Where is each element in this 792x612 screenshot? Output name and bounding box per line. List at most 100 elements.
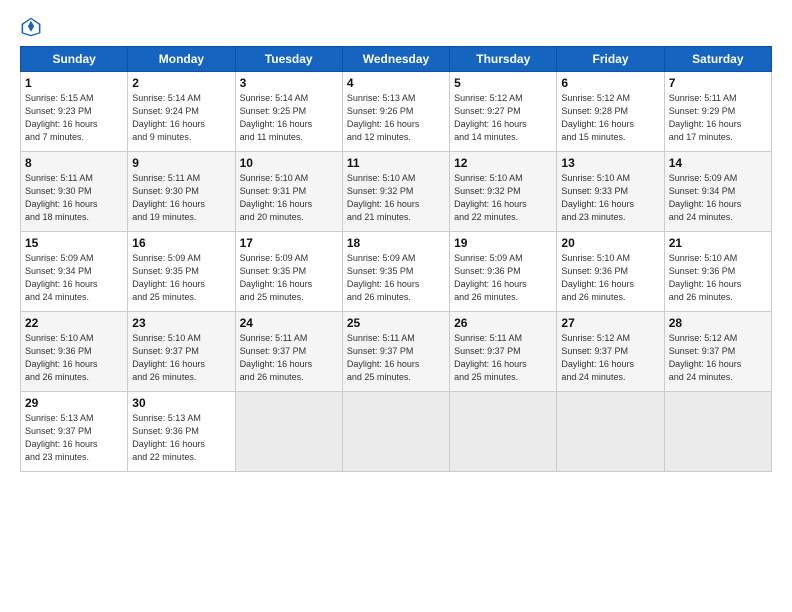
day-info: Sunrise: 5:12 AM Sunset: 9:37 PM Dayligh… — [561, 332, 659, 384]
calendar-week-row: 1 Sunrise: 5:15 AM Sunset: 9:23 PM Daylig… — [21, 72, 772, 152]
calendar-header: SundayMondayTuesdayWednesdayThursdayFrid… — [21, 47, 772, 72]
table-row — [557, 392, 664, 472]
day-number: 4 — [347, 76, 445, 90]
table-row: 17 Sunrise: 5:09 AM Sunset: 9:35 PM Dayli… — [235, 232, 342, 312]
day-number: 24 — [240, 316, 338, 330]
table-row: 23 Sunrise: 5:10 AM Sunset: 9:37 PM Dayli… — [128, 312, 235, 392]
day-info: Sunrise: 5:11 AM Sunset: 9:30 PM Dayligh… — [132, 172, 230, 224]
calendar-week-row: 29Sunrise: 5:13 AM Sunset: 9:37 PM Dayli… — [21, 392, 772, 472]
day-info: Sunrise: 5:09 AM Sunset: 9:36 PM Dayligh… — [454, 252, 552, 304]
table-row: 3 Sunrise: 5:14 AM Sunset: 9:25 PM Daylig… — [235, 72, 342, 152]
day-number: 10 — [240, 156, 338, 170]
weekday-header: Saturday — [664, 47, 771, 72]
calendar-week-row: 15 Sunrise: 5:09 AM Sunset: 9:34 PM Dayli… — [21, 232, 772, 312]
day-info: Sunrise: 5:11 AM Sunset: 9:30 PM Dayligh… — [25, 172, 123, 224]
day-number: 2 — [132, 76, 230, 90]
day-number: 7 — [669, 76, 767, 90]
header — [20, 16, 772, 38]
table-row: 8 Sunrise: 5:11 AM Sunset: 9:30 PM Daylig… — [21, 152, 128, 232]
table-row: 7Sunrise: 5:11 AM Sunset: 9:29 PM Daylig… — [664, 72, 771, 152]
day-info: Sunrise: 5:14 AM Sunset: 9:24 PM Dayligh… — [132, 92, 230, 144]
day-info: Sunrise: 5:10 AM Sunset: 9:36 PM Dayligh… — [25, 332, 123, 384]
table-row: 18 Sunrise: 5:09 AM Sunset: 9:35 PM Dayli… — [342, 232, 449, 312]
day-info: Sunrise: 5:10 AM Sunset: 9:33 PM Dayligh… — [561, 172, 659, 224]
calendar: SundayMondayTuesdayWednesdayThursdayFrid… — [20, 46, 772, 472]
logo — [20, 16, 44, 38]
day-number: 15 — [25, 236, 123, 250]
day-info: Sunrise: 5:14 AM Sunset: 9:25 PM Dayligh… — [240, 92, 338, 144]
day-info: Sunrise: 5:10 AM Sunset: 9:36 PM Dayligh… — [561, 252, 659, 304]
calendar-week-row: 8 Sunrise: 5:11 AM Sunset: 9:30 PM Daylig… — [21, 152, 772, 232]
day-info: Sunrise: 5:10 AM Sunset: 9:32 PM Dayligh… — [347, 172, 445, 224]
weekday-header: Thursday — [450, 47, 557, 72]
table-row: 2 Sunrise: 5:14 AM Sunset: 9:24 PM Daylig… — [128, 72, 235, 152]
table-row: 24Sunrise: 5:11 AM Sunset: 9:37 PM Dayli… — [235, 312, 342, 392]
day-info: Sunrise: 5:10 AM Sunset: 9:37 PM Dayligh… — [132, 332, 230, 384]
table-row: 1 Sunrise: 5:15 AM Sunset: 9:23 PM Daylig… — [21, 72, 128, 152]
day-info: Sunrise: 5:09 AM Sunset: 9:35 PM Dayligh… — [240, 252, 338, 304]
day-number: 14 — [669, 156, 767, 170]
weekday-header: Tuesday — [235, 47, 342, 72]
table-row: 10Sunrise: 5:10 AM Sunset: 9:31 PM Dayli… — [235, 152, 342, 232]
day-info: Sunrise: 5:12 AM Sunset: 9:37 PM Dayligh… — [669, 332, 767, 384]
day-info: Sunrise: 5:11 AM Sunset: 9:37 PM Dayligh… — [347, 332, 445, 384]
table-row: 15 Sunrise: 5:09 AM Sunset: 9:34 PM Dayli… — [21, 232, 128, 312]
table-row: 6Sunrise: 5:12 AM Sunset: 9:28 PM Daylig… — [557, 72, 664, 152]
calendar-week-row: 22 Sunrise: 5:10 AM Sunset: 9:36 PM Dayli… — [21, 312, 772, 392]
table-row: 4 Sunrise: 5:13 AM Sunset: 9:26 PM Daylig… — [342, 72, 449, 152]
day-info: Sunrise: 5:09 AM Sunset: 9:34 PM Dayligh… — [669, 172, 767, 224]
day-info: Sunrise: 5:09 AM Sunset: 9:35 PM Dayligh… — [132, 252, 230, 304]
table-row — [342, 392, 449, 472]
day-number: 21 — [669, 236, 767, 250]
table-row: 19Sunrise: 5:09 AM Sunset: 9:36 PM Dayli… — [450, 232, 557, 312]
day-number: 20 — [561, 236, 659, 250]
day-info: Sunrise: 5:09 AM Sunset: 9:35 PM Dayligh… — [347, 252, 445, 304]
table-row: 22 Sunrise: 5:10 AM Sunset: 9:36 PM Dayli… — [21, 312, 128, 392]
table-row — [450, 392, 557, 472]
day-info: Sunrise: 5:12 AM Sunset: 9:27 PM Dayligh… — [454, 92, 552, 144]
table-row: 11 Sunrise: 5:10 AM Sunset: 9:32 PM Dayli… — [342, 152, 449, 232]
day-number: 29 — [25, 396, 123, 410]
day-number: 5 — [454, 76, 552, 90]
table-row — [664, 392, 771, 472]
day-info: Sunrise: 5:10 AM Sunset: 9:32 PM Dayligh… — [454, 172, 552, 224]
day-number: 13 — [561, 156, 659, 170]
day-number: 28 — [669, 316, 767, 330]
day-number: 12 — [454, 156, 552, 170]
day-number: 25 — [347, 316, 445, 330]
day-info: Sunrise: 5:09 AM Sunset: 9:34 PM Dayligh… — [25, 252, 123, 304]
day-number: 9 — [132, 156, 230, 170]
table-row: 28 Sunrise: 5:12 AM Sunset: 9:37 PM Dayli… — [664, 312, 771, 392]
logo-icon — [20, 16, 42, 38]
day-info: Sunrise: 5:11 AM Sunset: 9:37 PM Dayligh… — [454, 332, 552, 384]
day-info: Sunrise: 5:15 AM Sunset: 9:23 PM Dayligh… — [25, 92, 123, 144]
table-row: 25 Sunrise: 5:11 AM Sunset: 9:37 PM Dayli… — [342, 312, 449, 392]
weekday-header: Monday — [128, 47, 235, 72]
day-number: 3 — [240, 76, 338, 90]
day-number: 23 — [132, 316, 230, 330]
day-number: 8 — [25, 156, 123, 170]
day-number: 6 — [561, 76, 659, 90]
table-row: 13 Sunrise: 5:10 AM Sunset: 9:33 PM Dayli… — [557, 152, 664, 232]
table-row: 9 Sunrise: 5:11 AM Sunset: 9:30 PM Daylig… — [128, 152, 235, 232]
day-number: 17 — [240, 236, 338, 250]
day-number: 18 — [347, 236, 445, 250]
day-number: 27 — [561, 316, 659, 330]
day-number: 11 — [347, 156, 445, 170]
table-row: 12 Sunrise: 5:10 AM Sunset: 9:32 PM Dayli… — [450, 152, 557, 232]
table-row: 14 Sunrise: 5:09 AM Sunset: 9:34 PM Dayli… — [664, 152, 771, 232]
table-row: 30Sunrise: 5:13 AM Sunset: 9:36 PM Dayli… — [128, 392, 235, 472]
day-number: 16 — [132, 236, 230, 250]
table-row: 21 Sunrise: 5:10 AM Sunset: 9:36 PM Dayli… — [664, 232, 771, 312]
day-number: 26 — [454, 316, 552, 330]
calendar-body: 1 Sunrise: 5:15 AM Sunset: 9:23 PM Daylig… — [21, 72, 772, 472]
page: SundayMondayTuesdayWednesdayThursdayFrid… — [0, 0, 792, 612]
weekday-header: Sunday — [21, 47, 128, 72]
table-row: 16 Sunrise: 5:09 AM Sunset: 9:35 PM Dayli… — [128, 232, 235, 312]
day-number: 22 — [25, 316, 123, 330]
table-row: 26 Sunrise: 5:11 AM Sunset: 9:37 PM Dayli… — [450, 312, 557, 392]
table-row: 27 Sunrise: 5:12 AM Sunset: 9:37 PM Dayli… — [557, 312, 664, 392]
day-info: Sunrise: 5:13 AM Sunset: 9:26 PM Dayligh… — [347, 92, 445, 144]
day-number: 1 — [25, 76, 123, 90]
day-info: Sunrise: 5:10 AM Sunset: 9:36 PM Dayligh… — [669, 252, 767, 304]
